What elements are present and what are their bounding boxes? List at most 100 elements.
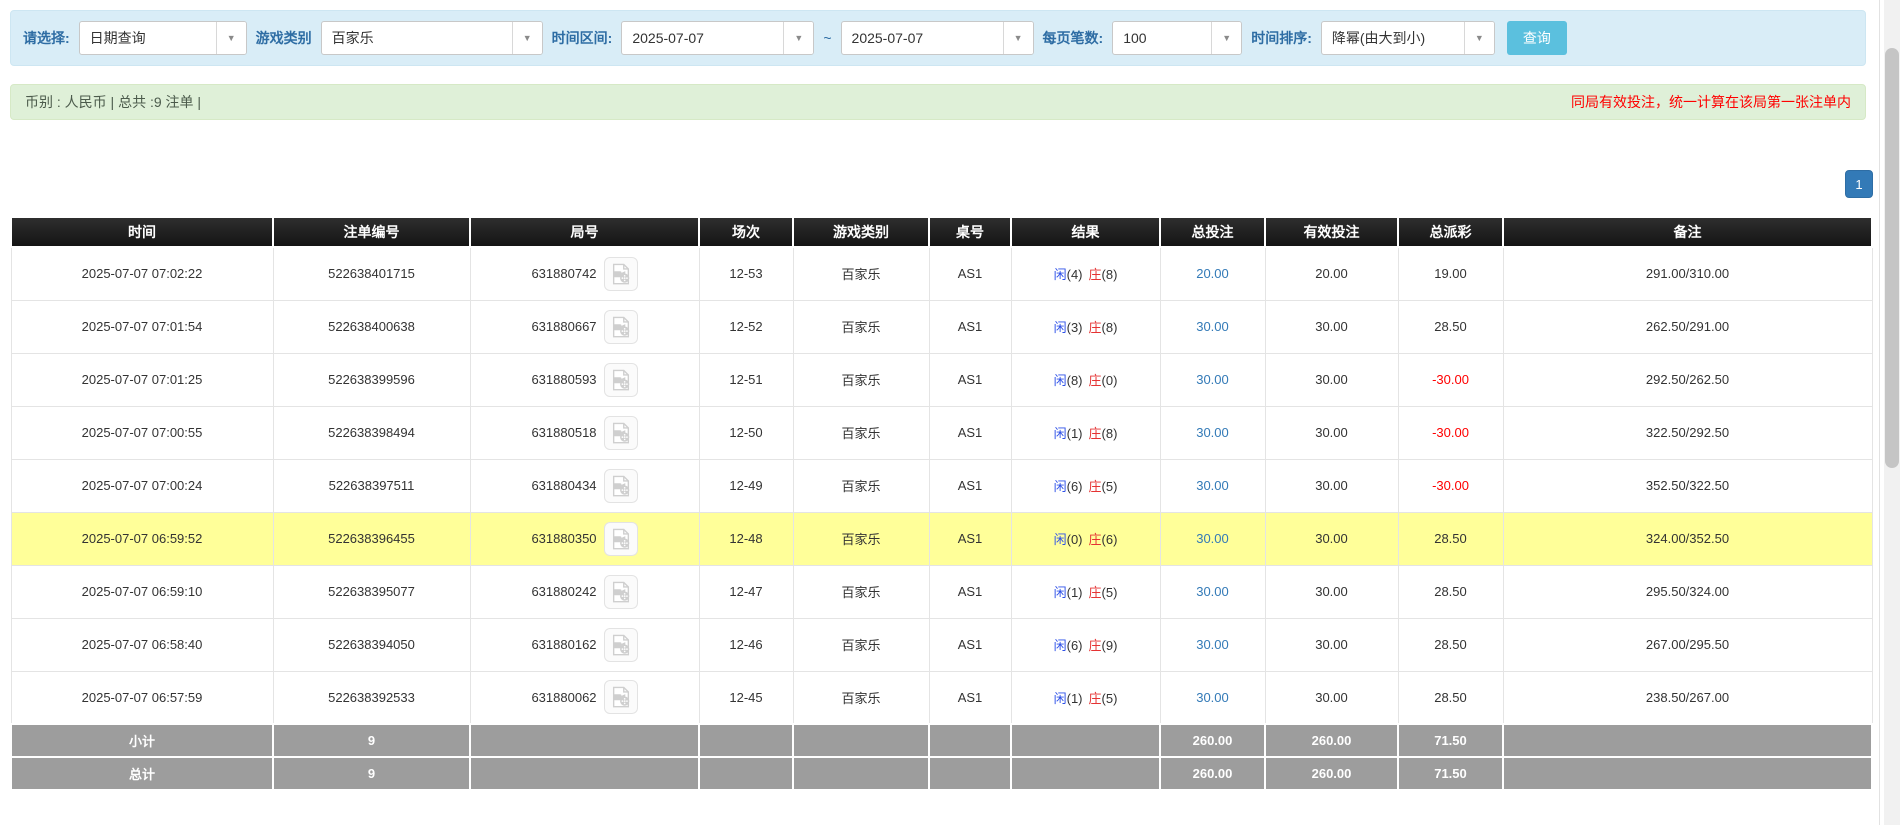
player-result: 闲 <box>1053 373 1067 388</box>
remark-cell: 262.50/291.00 <box>1502 299 1873 354</box>
chevron-down-icon[interactable]: ▼ <box>1211 22 1242 54</box>
subtotal-total-bet: 260.00 <box>1159 723 1266 758</box>
video-record-button[interactable] <box>603 415 638 450</box>
total-bet-link[interactable]: 30.00 <box>1196 584 1229 599</box>
total-bet-link[interactable]: 30.00 <box>1196 372 1229 387</box>
table-row[interactable]: 2025-07-07 06:57:59 522638392533 631880062… <box>10 670 1873 725</box>
session-cell: 12-52 <box>698 299 794 354</box>
time-sort-select[interactable]: 降幂(由大到小) ▼ <box>1320 21 1495 55</box>
video-record-button[interactable] <box>603 627 638 662</box>
result-cell: 闲(8) 庄(0) <box>1010 352 1161 407</box>
round-cell: 631880350 <box>469 511 700 566</box>
session-cell: 12-45 <box>698 670 794 725</box>
round-cell: 631880667 <box>469 299 700 354</box>
video-record-button[interactable] <box>603 574 638 609</box>
round-cell: 631880062 <box>469 670 700 725</box>
total-total-bet: 260.00 <box>1159 756 1266 791</box>
payout-cell: -30.00 <box>1397 352 1504 407</box>
scrollbar-thumb[interactable] <box>1885 48 1899 468</box>
total-bet-cell[interactable]: 30.00 <box>1159 299 1266 354</box>
chevron-down-icon[interactable]: ▼ <box>1002 22 1033 54</box>
col-header-time: 时间 <box>10 216 274 248</box>
total-bet-cell[interactable]: 30.00 <box>1159 617 1266 672</box>
table-body: 2025-07-07 07:02:22 522638401715 631880742… <box>10 246 1873 725</box>
total-bet-link[interactable]: 30.00 <box>1196 637 1229 652</box>
total-label: 总计 <box>10 756 274 791</box>
page-size-select[interactable]: 100 ▼ <box>1112 21 1243 55</box>
table-row[interactable]: 2025-07-07 07:01:25 522638399596 631880593… <box>10 352 1873 407</box>
round-number: 631880434 <box>531 478 597 493</box>
table-no-cell: AS1 <box>928 670 1012 725</box>
table-row[interactable]: 2025-07-07 07:02:22 522638401715 631880742… <box>10 246 1873 301</box>
game-type-cell: 百家乐 <box>792 511 930 566</box>
total-count: 9 <box>272 756 471 791</box>
player-result: 闲 <box>1053 320 1067 335</box>
player-result: 闲 <box>1053 479 1067 494</box>
banker-result: 庄 <box>1088 585 1102 600</box>
date-to-select[interactable]: 2025-07-07 ▼ <box>840 21 1034 55</box>
subtotal-valid-bet: 260.00 <box>1264 723 1399 758</box>
session-cell: 12-46 <box>698 617 794 672</box>
payout-cell: 28.50 <box>1397 564 1504 619</box>
table-row[interactable]: 2025-07-07 06:59:10 522638395077 631880242… <box>10 564 1873 619</box>
total-bet-link[interactable]: 30.00 <box>1196 319 1229 334</box>
result-cell: 闲(6) 庄(5) <box>1010 458 1161 513</box>
video-record-button[interactable] <box>603 309 638 344</box>
date-from-select[interactable]: 2025-07-07 ▼ <box>621 21 815 55</box>
total-bet-cell[interactable]: 30.00 <box>1159 352 1266 407</box>
video-record-icon <box>612 369 629 390</box>
total-bet-cell[interactable]: 30.00 <box>1159 670 1266 725</box>
subtotal-row: 小计 9 260.00 260.00 71.50 <box>10 723 1873 758</box>
total-bet-cell[interactable]: 30.00 <box>1159 511 1266 566</box>
table-row[interactable]: 2025-07-07 07:00:24 522638397511 631880434… <box>10 458 1873 513</box>
total-bet-link[interactable]: 30.00 <box>1196 425 1229 440</box>
chevron-down-icon[interactable]: ▼ <box>1463 22 1494 54</box>
result-cell: 闲(0) 庄(6) <box>1010 511 1161 566</box>
chevron-down-icon[interactable]: ▼ <box>215 22 246 54</box>
table-row[interactable]: 2025-07-07 07:00:55 522638398494 631880518… <box>10 405 1873 460</box>
page-1-button[interactable]: 1 <box>1845 170 1873 198</box>
round-number: 631880162 <box>531 637 597 652</box>
total-bet-cell[interactable]: 30.00 <box>1159 458 1266 513</box>
time-cell: 2025-07-07 07:00:24 <box>10 458 274 513</box>
round-number: 631880242 <box>531 584 597 599</box>
table-no-cell: AS1 <box>928 352 1012 407</box>
video-record-icon <box>612 686 629 708</box>
video-record-icon <box>612 316 629 337</box>
table-row[interactable]: 2025-07-07 07:01:54 522638400638 631880667… <box>10 299 1873 354</box>
table-row[interactable]: 2025-07-07 06:59:52 522638396455 631880350… <box>10 511 1873 566</box>
col-header-round: 局号 <box>469 216 700 248</box>
query-type-label: 请选择: <box>23 30 70 46</box>
video-record-button[interactable] <box>603 521 638 556</box>
video-record-button[interactable] <box>603 362 638 397</box>
table-no-cell: AS1 <box>928 511 1012 566</box>
video-record-icon <box>612 581 629 602</box>
video-record-button[interactable] <box>603 256 638 291</box>
game-type-select[interactable]: 百家乐 ▼ <box>320 21 543 55</box>
chevron-down-icon[interactable]: ▼ <box>783 22 814 54</box>
banker-result: 庄 <box>1088 426 1102 441</box>
video-record-button[interactable] <box>603 680 638 715</box>
table-no-cell: AS1 <box>928 564 1012 619</box>
total-bet-link[interactable]: 30.00 <box>1196 531 1229 546</box>
player-result: 闲 <box>1053 690 1067 706</box>
table-row[interactable]: 2025-07-07 06:58:40 522638394050 631880162… <box>10 617 1873 672</box>
video-record-button[interactable] <box>603 468 638 503</box>
session-cell: 12-48 <box>698 511 794 566</box>
query-type-select[interactable]: 日期查询 ▼ <box>78 21 247 55</box>
banker-result: 庄 <box>1088 320 1102 335</box>
total-bet-link[interactable]: 20.00 <box>1196 266 1229 281</box>
payout-cell: 28.50 <box>1397 511 1504 566</box>
currency-total-text: 币别 : 人民币 | 总共 :9 注单 | <box>25 94 202 110</box>
video-record-icon <box>612 634 629 655</box>
chevron-down-icon[interactable]: ▼ <box>511 22 542 54</box>
bet-id-cell: 522638395077 <box>272 564 471 619</box>
banker-result: 庄 <box>1088 479 1102 494</box>
total-bet-cell[interactable]: 20.00 <box>1159 246 1266 301</box>
search-button[interactable]: 查询 <box>1506 21 1567 55</box>
total-bet-cell[interactable]: 30.00 <box>1159 405 1266 460</box>
total-bet-link[interactable]: 30.00 <box>1196 478 1229 493</box>
total-bet-link[interactable]: 30.00 <box>1196 690 1229 705</box>
total-bet-cell[interactable]: 30.00 <box>1159 564 1266 619</box>
session-cell: 12-53 <box>698 246 794 301</box>
